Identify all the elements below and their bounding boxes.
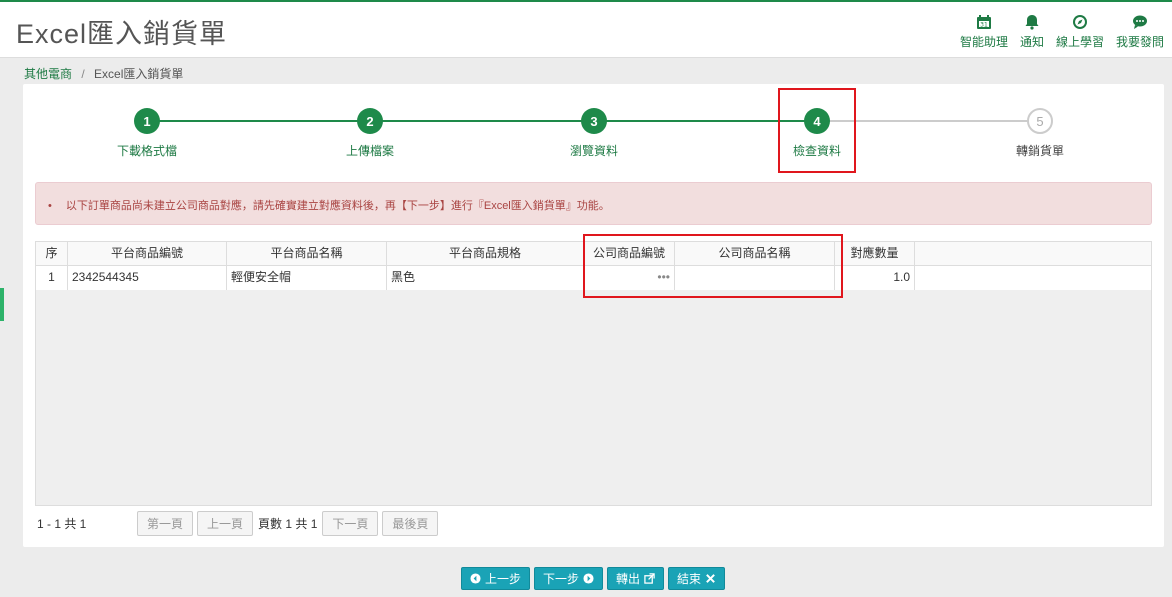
- notification-button[interactable]: 通知: [1020, 14, 1044, 50]
- circle-right-icon: [583, 573, 594, 584]
- alert-bullet: •: [48, 200, 52, 212]
- next-page-button[interactable]: 下一頁: [322, 511, 379, 536]
- ask-question-label: 我要發問: [1115, 35, 1164, 49]
- col-platform-code-header[interactable]: 平台商品編號: [68, 242, 227, 265]
- cell-platform-spec: 黑色: [387, 266, 584, 290]
- step-1-label: 下載格式檔: [116, 144, 177, 158]
- step-1-circle: 1: [134, 108, 160, 134]
- main-panel: 1 下載格式檔 2 上傳檔案 3 瀏覽資料 4 檢查資料 5 轉銷貨單 • 以下訂…: [23, 84, 1164, 547]
- online-learning-button[interactable]: 線上學習: [1056, 14, 1104, 50]
- finish-button[interactable]: 結束: [668, 567, 726, 590]
- grid-pager: 1 - 1 共 1 第一頁 上一頁 頁數 1 共 1 下一頁 最後頁: [35, 510, 1152, 536]
- bell-icon: [1025, 15, 1039, 30]
- chat-icon: [1132, 15, 1147, 29]
- step-convert-sales: 5 轉銷貨單: [980, 108, 1100, 159]
- pager-page-count: 頁數 1 共 1: [258, 517, 318, 531]
- col-platform-spec-header[interactable]: 平台商品規格: [387, 242, 584, 265]
- prev-page-button[interactable]: 上一頁: [197, 511, 254, 536]
- step-2-circle: 2: [357, 108, 383, 134]
- compass-icon: [1072, 15, 1087, 29]
- previous-step-label: 上一步: [485, 572, 522, 586]
- wizard-steps: 1 下載格式檔 2 上傳檔案 3 瀏覽資料 4 檢查資料 5 轉銷貨單: [23, 84, 1164, 179]
- smart-assistant-button[interactable]: 31 智能助理: [960, 14, 1008, 50]
- alert-message: 以下訂單商品尚未建立公司商品對應，請先確實建立對應資料後，再【下一步】進行『Ex…: [65, 200, 610, 212]
- circle-left-icon: [470, 573, 481, 584]
- step-2-label: 上傳檔案: [345, 144, 394, 158]
- page-title: Excel匯入銷貨單: [16, 19, 228, 49]
- cell-qty[interactable]: 1.0: [835, 266, 915, 290]
- pager-buttons: 第一頁 上一頁 頁數 1 共 1 下一頁 最後頁: [137, 511, 439, 536]
- step-3-label: 瀏覽資料: [569, 144, 618, 158]
- cell-seq: 1: [36, 266, 68, 290]
- step-browse-data: 3 瀏覽資料: [534, 108, 654, 159]
- step-download-template: 1 下載格式檔: [87, 108, 207, 159]
- notification-label: 通知: [1019, 35, 1044, 49]
- step-3-circle: 3: [581, 108, 607, 134]
- calendar-icon: 31: [976, 15, 991, 29]
- export-label: 轉出: [616, 572, 641, 586]
- top-bar: Excel匯入銷貨單 31 智能助理 通知 線上學習 我要發問: [0, 0, 1172, 58]
- next-step-label: 下一步: [543, 572, 580, 586]
- last-page-button[interactable]: 最後頁: [382, 511, 439, 536]
- cell-platform-name: 輕便安全帽: [227, 266, 387, 290]
- warning-alert: • 以下訂單商品尚未建立公司商品對應，請先確實建立對應資料後，再【下一步】進行『E…: [35, 182, 1152, 225]
- breadcrumb-current: Excel匯入銷貨單: [94, 67, 184, 81]
- finish-label: 結束: [677, 572, 702, 586]
- col-seq-header[interactable]: 序: [36, 242, 68, 265]
- external-link-icon: [644, 573, 655, 584]
- step-5-label: 轉銷貨單: [1015, 144, 1064, 158]
- step-progress-line: [147, 120, 817, 122]
- previous-step-button[interactable]: 上一步: [461, 567, 531, 590]
- breadcrumb-parent-link[interactable]: 其他電商: [24, 67, 72, 81]
- pager-info: 1 - 1 共 1: [37, 517, 87, 531]
- next-step-button[interactable]: 下一步: [534, 567, 604, 590]
- step-upload-file: 2 上傳檔案: [310, 108, 430, 159]
- first-page-button[interactable]: 第一頁: [137, 511, 194, 536]
- step-5-circle: 5: [1027, 108, 1053, 134]
- online-learning-label: 線上學習: [1055, 35, 1104, 49]
- svg-text:31: 31: [980, 22, 988, 29]
- breadcrumb-separator: /: [81, 67, 85, 81]
- breadcrumb: 其他電商 / Excel匯入銷貨單: [24, 65, 183, 82]
- current-step-highlight-box: [778, 88, 856, 173]
- close-icon: [706, 574, 715, 583]
- smart-assistant-label: 智能助理: [959, 35, 1008, 49]
- left-active-marker: [0, 288, 4, 321]
- company-columns-highlight-box: [583, 234, 843, 298]
- col-platform-name-header[interactable]: 平台商品名稱: [227, 242, 387, 265]
- cell-platform-code: 2342544345: [68, 266, 227, 290]
- export-button[interactable]: 轉出: [607, 567, 665, 590]
- header-tools: 31 智能助理 通知 線上學習 我要發問: [960, 14, 1164, 50]
- ask-question-button[interactable]: 我要發問: [1116, 14, 1164, 50]
- col-qty-header[interactable]: 對應數量: [835, 242, 915, 265]
- wizard-actions: 上一步 下一步 轉出 結束: [461, 567, 726, 590]
